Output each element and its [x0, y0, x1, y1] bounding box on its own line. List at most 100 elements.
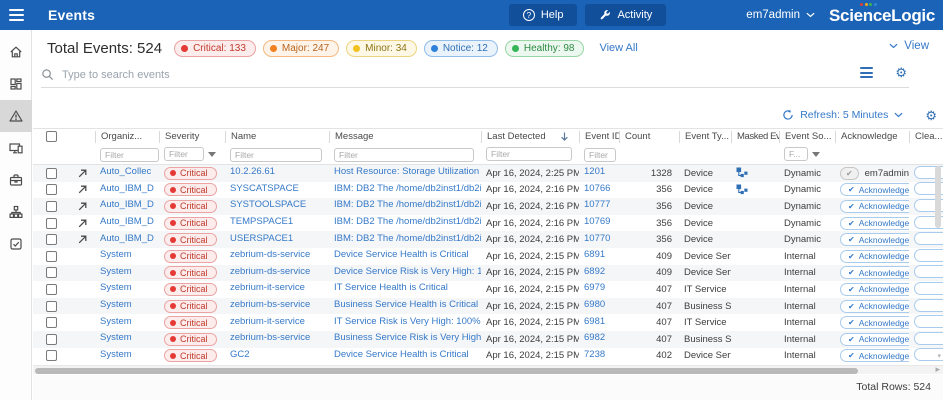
row-checkbox[interactable] [46, 201, 57, 212]
gear-icon[interactable]: ⚙ [895, 66, 907, 79]
scroll-right-arrow-icon[interactable]: ▸ [935, 364, 940, 375]
row-checkbox[interactable] [46, 218, 57, 229]
event-id-link[interactable]: 6892 [584, 266, 605, 277]
clear-button[interactable] [914, 332, 943, 345]
view-menu[interactable]: View [889, 40, 929, 52]
vertical-scrollbar-thumb[interactable] [935, 166, 941, 228]
organization-link[interactable]: Auto_IBM_D [100, 233, 154, 244]
organization-link[interactable]: Auto_IBM_D [100, 199, 154, 210]
col-acknowledge[interactable]: Acknowledge [835, 131, 909, 143]
dropdown-arrow-icon[interactable] [812, 152, 820, 157]
acknowledge-button[interactable]: ✔Acknowledge [840, 250, 909, 263]
message-link[interactable]: Business Service Health is Critical [334, 299, 478, 310]
name-link[interactable]: SYSCATSPACE [230, 183, 299, 194]
row-checkbox[interactable] [46, 317, 57, 328]
organization-link[interactable]: System [100, 299, 132, 310]
sidebar-item-events[interactable] [0, 100, 32, 132]
row-checkbox[interactable] [46, 301, 57, 312]
acknowledge-button[interactable]: ✔Acknowledge [840, 349, 909, 362]
organization-link[interactable]: Auto_IBM_D [100, 216, 154, 227]
sort-desc-icon[interactable] [560, 131, 569, 142]
event-id-link[interactable]: 6980 [584, 299, 605, 310]
table-settings-gear-icon[interactable]: ⚙ [925, 109, 937, 122]
severity-pill-notice[interactable]: Notice: 12 [424, 40, 498, 57]
masked-events-icon[interactable] [736, 167, 748, 179]
event-id-link[interactable]: 6891 [584, 249, 605, 260]
menu-icon[interactable] [0, 0, 32, 30]
sidebar-item-tickets[interactable] [0, 228, 32, 260]
event-id-link[interactable]: 6982 [584, 332, 605, 343]
severity-pill-major[interactable]: Major: 247 [263, 40, 339, 57]
message-link[interactable]: IBM: DB2 The /home/db2inst1/db2inst1/NOD… [334, 216, 481, 227]
row-checkbox[interactable] [46, 234, 57, 245]
col-clear[interactable]: Clea... [909, 131, 943, 143]
acknowledge-button[interactable]: ✔Acknowledge [840, 217, 909, 230]
col-organization[interactable]: Organiz... [95, 131, 159, 143]
name-link[interactable]: zebrium-ds-service [230, 266, 310, 277]
organization-link[interactable]: Auto_Collec [100, 166, 151, 177]
clear-button[interactable] [914, 232, 943, 245]
name-link[interactable]: zebrium-bs-service [230, 299, 310, 310]
sidebar-item-business-services[interactable] [0, 164, 32, 196]
acknowledge-button[interactable]: ✔Acknowledge [840, 183, 909, 196]
event-id-link[interactable]: 7238 [584, 349, 605, 360]
acknowledge-button[interactable]: ✔Acknowledge [840, 333, 909, 346]
event-id-link[interactable]: 1201 [584, 166, 605, 177]
horizontal-scrollbar[interactable]: ▸ [33, 365, 943, 374]
dropdown-arrow-icon[interactable] [208, 152, 216, 157]
message-link[interactable]: Device Service Health is Critical [334, 249, 469, 260]
row-checkbox[interactable] [46, 350, 57, 361]
clear-button[interactable] [914, 282, 943, 295]
severity-pill-minor[interactable]: Minor: 34 [346, 40, 417, 57]
message-link[interactable]: IBM: DB2 The /home/db2inst1/db2inst1/NOD… [334, 233, 481, 244]
chevron-down-icon[interactable] [894, 112, 903, 118]
organization-link[interactable]: System [100, 282, 132, 293]
view-all-link[interactable]: View All [599, 42, 637, 54]
clear-button[interactable] [914, 249, 943, 262]
user-menu[interactable]: em7admin [746, 9, 815, 21]
severity-pill-healthy[interactable]: Healthy: 98 [505, 40, 585, 57]
name-link[interactable]: GC2 [230, 349, 250, 360]
name-link[interactable]: TEMPSPACE1 [230, 216, 293, 227]
col-masked-events[interactable]: Masked Events [731, 131, 779, 143]
name-link[interactable]: 10.2.26.61 [230, 166, 275, 177]
message-link[interactable]: IBM: DB2 The /home/db2inst1/db2inst1/NOD… [334, 199, 481, 210]
message-link[interactable]: Device Service Health is Critical [334, 349, 469, 360]
horizontal-scrollbar-thumb[interactable] [35, 368, 858, 374]
event-id-link[interactable]: 10777 [584, 199, 610, 210]
filter-message[interactable] [334, 148, 474, 162]
name-link[interactable]: zebrium-bs-service [230, 332, 310, 343]
col-message[interactable]: Message [329, 131, 481, 143]
name-link[interactable]: zebrium-ds-service [230, 249, 310, 260]
expand-icon[interactable] [77, 234, 88, 245]
acknowledge-button[interactable]: ✔Acknowledge [840, 283, 909, 296]
filter-last-detected[interactable] [486, 147, 572, 161]
help-button[interactable]: ? Help [509, 4, 578, 26]
col-event-source[interactable]: Event So... [779, 131, 835, 143]
refresh-label[interactable]: Refresh: 5 Minutes [800, 109, 888, 121]
acknowledge-button[interactable]: ✔Acknowledge [840, 266, 909, 279]
list-options-icon[interactable] [860, 67, 873, 78]
organization-link[interactable]: System [100, 249, 132, 260]
expand-icon[interactable] [77, 201, 88, 212]
select-all-checkbox[interactable] [46, 131, 57, 142]
clear-button[interactable] [914, 265, 943, 278]
filter-severity[interactable] [164, 147, 204, 161]
severity-pill-critical[interactable]: Critical: 133 [174, 40, 256, 57]
message-link[interactable]: Device Service Risk is Very High: 100% [334, 266, 481, 277]
row-checkbox[interactable] [46, 284, 57, 295]
row-checkbox[interactable] [46, 184, 57, 195]
col-last-detected[interactable]: Last Detected [481, 131, 579, 143]
clear-button[interactable] [914, 315, 943, 328]
organization-link[interactable]: Auto_IBM_D [100, 183, 154, 194]
event-id-link[interactable]: 6979 [584, 282, 605, 293]
col-count[interactable]: Count [619, 131, 679, 143]
sidebar-item-maps[interactable] [0, 196, 32, 228]
col-name[interactable]: Name [225, 131, 329, 143]
search-input[interactable] [62, 69, 909, 81]
filter-event-source[interactable] [784, 147, 808, 161]
row-checkbox[interactable] [46, 267, 57, 278]
event-id-link[interactable]: 10770 [584, 233, 610, 244]
col-event-type[interactable]: Event Ty... [679, 131, 731, 143]
expand-icon[interactable] [77, 184, 88, 195]
